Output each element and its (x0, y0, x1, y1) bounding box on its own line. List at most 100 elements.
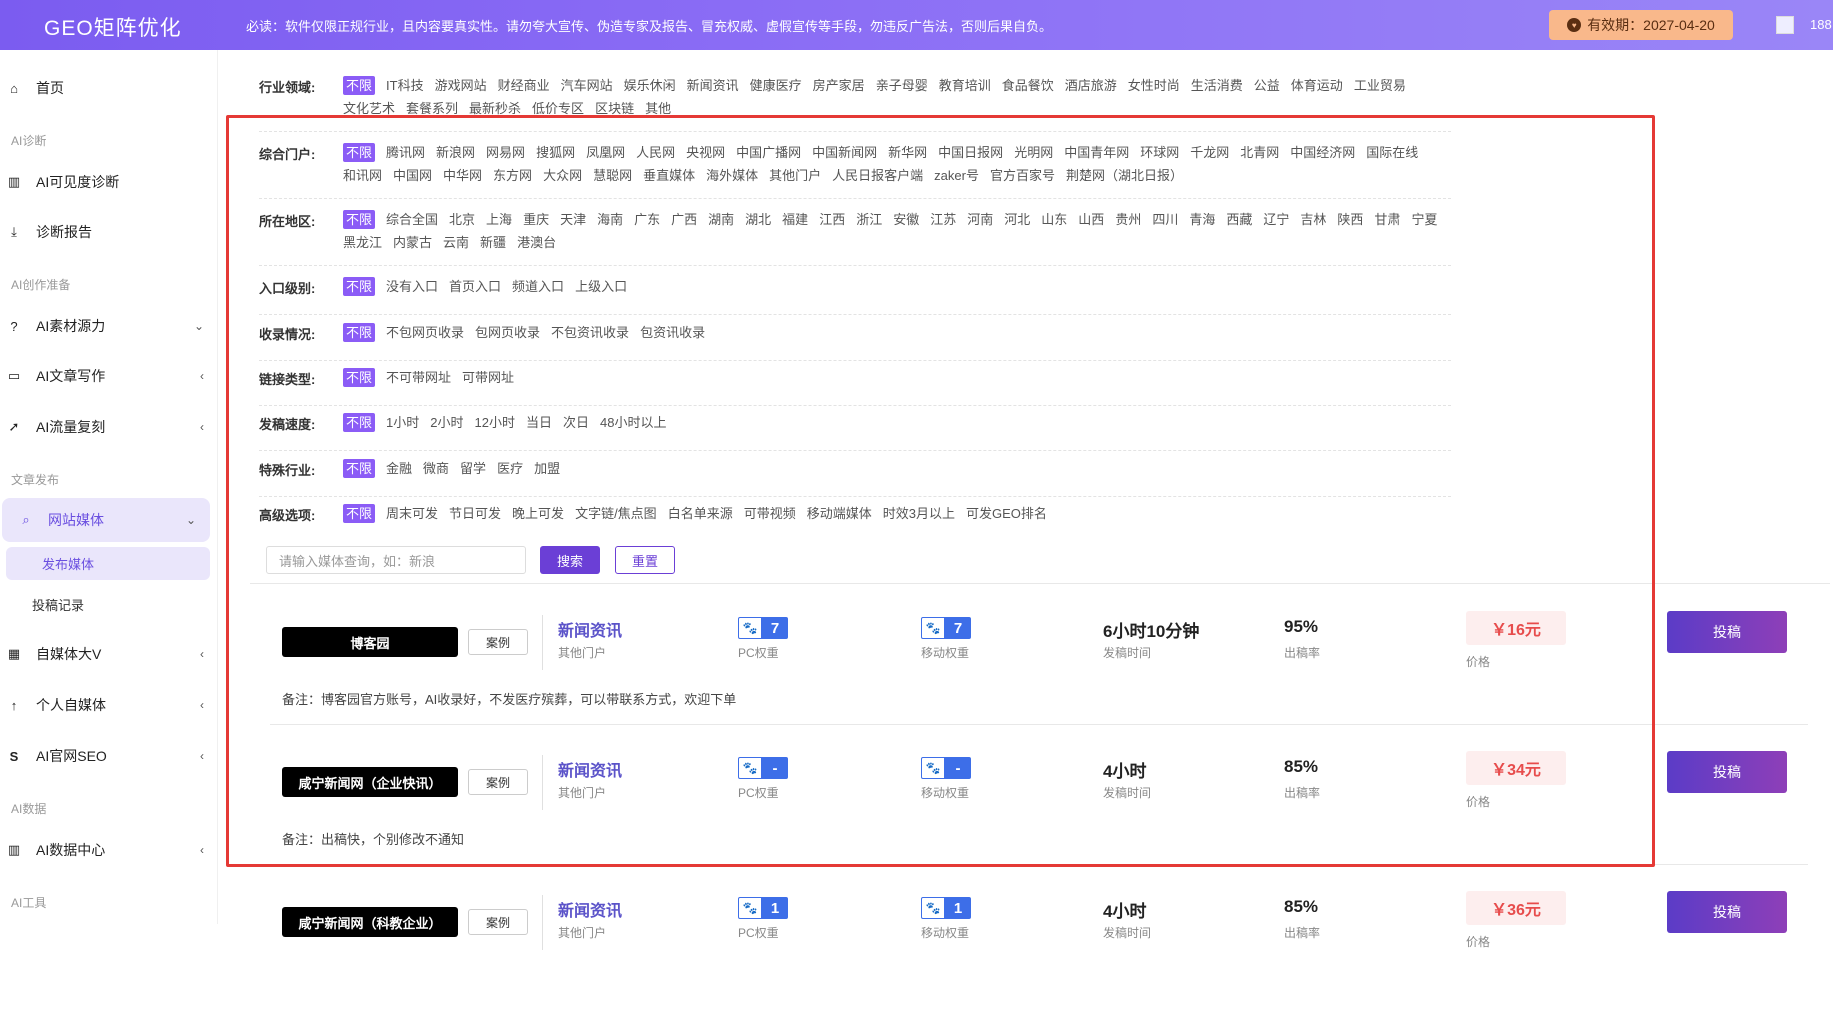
filter-option[interactable]: 留学 (460, 459, 486, 478)
filter-option[interactable]: 时效3月以上 (883, 504, 955, 523)
filter-option[interactable]: 不限 (343, 504, 376, 523)
reset-button[interactable]: 重置 (615, 546, 675, 574)
submit-button[interactable]: 投稿 (1667, 611, 1787, 653)
filter-option[interactable]: 不限 (343, 76, 376, 95)
filter-option[interactable]: 中国广播网 (736, 143, 801, 162)
filter-option[interactable]: 其他 (645, 99, 671, 118)
filter-option[interactable]: 重庆 (523, 210, 549, 229)
filter-option[interactable]: 综合全国 (386, 210, 438, 229)
filter-option[interactable]: 酒店旅游 (1065, 76, 1117, 95)
filter-option[interactable]: 48小时以上 (600, 413, 666, 432)
filter-option[interactable]: 青海 (1189, 210, 1215, 229)
filter-option[interactable]: 不包资讯收录 (551, 323, 629, 342)
filter-option[interactable]: 黑龙江 (343, 233, 382, 252)
filter-option[interactable]: 海南 (597, 210, 623, 229)
filter-option[interactable]: 山东 (1041, 210, 1067, 229)
filter-option[interactable]: 人民网 (636, 143, 675, 162)
filter-option[interactable]: 千龙网 (1190, 143, 1229, 162)
filter-option[interactable]: 文化艺术 (343, 99, 395, 118)
filter-option[interactable]: 12小时 (474, 413, 514, 432)
filter-option[interactable]: 最新秒杀 (469, 99, 521, 118)
filter-option[interactable]: 新闻资讯 (687, 76, 739, 95)
filter-option[interactable]: 搜狐网 (536, 143, 575, 162)
filter-option[interactable]: 中国青年网 (1064, 143, 1129, 162)
filter-option[interactable]: 不限 (343, 368, 376, 387)
filter-option[interactable]: 中国网 (393, 166, 432, 185)
filter-option[interactable]: 1小时 (386, 413, 419, 432)
filter-option[interactable]: 当日 (526, 413, 552, 432)
filter-option[interactable]: 中国经济网 (1290, 143, 1355, 162)
filter-option[interactable]: 垂直媒体 (643, 166, 695, 185)
filter-option[interactable]: 周末可发 (386, 504, 438, 523)
filter-option[interactable]: 网易网 (486, 143, 525, 162)
case-button[interactable]: 案例 (468, 909, 528, 935)
filter-option[interactable]: 云南 (443, 233, 469, 252)
media-search-input[interactable]: 请输入媒体查询，如：新浪 (266, 546, 526, 574)
filter-option[interactable]: 医疗 (497, 459, 523, 478)
filter-option[interactable]: 慧聪网 (593, 166, 632, 185)
filter-option[interactable]: 可发GEO排名 (966, 504, 1047, 523)
filter-option[interactable]: 甘肃 (1374, 210, 1400, 229)
case-button[interactable]: 案例 (468, 629, 528, 655)
sidebar-item-data-center[interactable]: ▥ AI数据中心 ‹ (0, 830, 218, 870)
filter-option[interactable]: 加盟 (534, 459, 560, 478)
filter-option[interactable]: 江苏 (930, 210, 956, 229)
filter-option[interactable]: 新浪网 (436, 143, 475, 162)
filter-option[interactable]: 女性时尚 (1128, 76, 1180, 95)
filter-option[interactable]: 和讯网 (343, 166, 382, 185)
filter-option[interactable]: 荆楚网（湖北日报） (1066, 166, 1183, 185)
filter-option[interactable]: 中国日报网 (938, 143, 1003, 162)
filter-option[interactable]: 公益 (1254, 76, 1280, 95)
sidebar-item-article[interactable]: ▭ AI文章写作 ‹ (0, 356, 218, 396)
filter-option[interactable]: 浙江 (856, 210, 882, 229)
filter-option[interactable]: 不可带网址 (386, 368, 451, 387)
submit-button[interactable]: 投稿 (1667, 751, 1787, 793)
filter-option[interactable]: 山西 (1078, 210, 1104, 229)
filter-option[interactable]: 教育培训 (939, 76, 991, 95)
filter-option[interactable]: 区块链 (595, 99, 634, 118)
filter-option[interactable]: 大众网 (543, 166, 582, 185)
filter-option[interactable]: 上海 (486, 210, 512, 229)
filter-option[interactable]: 亲子母婴 (876, 76, 928, 95)
filter-option[interactable]: 可带网址 (462, 368, 514, 387)
filter-option[interactable]: 包资讯收录 (640, 323, 705, 342)
filter-option[interactable]: 陕西 (1337, 210, 1363, 229)
filter-option[interactable]: 其他门户 (769, 166, 821, 185)
sidebar-item-seo[interactable]: S AI官网SEO ‹ (0, 736, 218, 776)
filter-option[interactable]: 不包网页收录 (386, 323, 464, 342)
media-name[interactable]: 博客园 (282, 627, 458, 657)
filter-option[interactable]: 不限 (343, 459, 376, 478)
filter-option[interactable]: 凤凰网 (586, 143, 625, 162)
user-name[interactable]: 188 (1810, 17, 1832, 32)
filter-option[interactable]: 河南 (967, 210, 993, 229)
sidebar-item-material[interactable]: ? AI素材源力 ⌄ (0, 306, 218, 346)
filter-option[interactable]: 中国新闻网 (812, 143, 877, 162)
filter-option[interactable]: 河北 (1004, 210, 1030, 229)
filter-option[interactable]: 环球网 (1140, 143, 1179, 162)
filter-option[interactable]: 可带视频 (744, 504, 796, 523)
filter-option[interactable]: 湖南 (708, 210, 734, 229)
filter-option[interactable]: 白名单来源 (668, 504, 733, 523)
filter-option[interactable]: 没有入口 (386, 277, 438, 296)
sidebar-item-visibility[interactable]: ▥ AI可见度诊断 (0, 162, 218, 202)
filter-option[interactable]: 上级入口 (575, 277, 627, 296)
filter-option[interactable]: 福建 (782, 210, 808, 229)
filter-option[interactable]: 首页入口 (449, 277, 501, 296)
filter-option[interactable]: 不限 (343, 323, 376, 342)
sidebar-item-home[interactable]: ⌂ 首页 (0, 68, 218, 108)
filter-option[interactable]: 广东 (634, 210, 660, 229)
filter-option[interactable]: 低价专区 (532, 99, 584, 118)
filter-option[interactable]: 东方网 (493, 166, 532, 185)
filter-option[interactable]: 四川 (1152, 210, 1178, 229)
media-name[interactable]: 咸宁新闻网（科教企业） (282, 907, 458, 937)
filter-option[interactable]: 金融 (386, 459, 412, 478)
filter-option[interactable]: 节日可发 (449, 504, 501, 523)
filter-option[interactable]: 食品餐饮 (1002, 76, 1054, 95)
sidebar-item-selfmedia-v[interactable]: ▦ 自媒体大V ‹ (0, 634, 218, 674)
case-button[interactable]: 案例 (468, 769, 528, 795)
sidebar-item-report[interactable]: ⤓ 诊断报告 (0, 212, 218, 252)
filter-option[interactable]: 贵州 (1115, 210, 1141, 229)
filter-option[interactable]: 工业贸易 (1354, 76, 1406, 95)
app-logo[interactable]: GEO矩阵优化 (44, 12, 182, 42)
filter-option[interactable]: 健康医疗 (750, 76, 802, 95)
